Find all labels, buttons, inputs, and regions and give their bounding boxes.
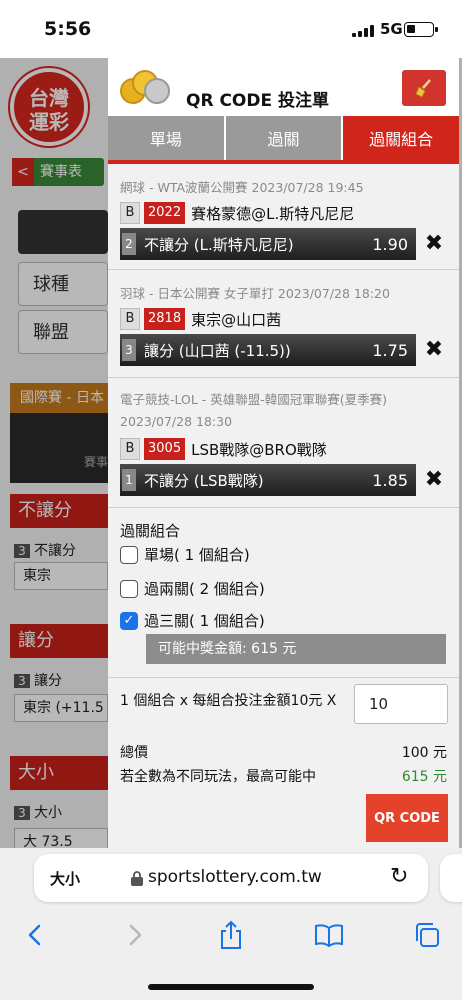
bet-match: 賽格蒙德@L.斯特凡尼尼: [191, 204, 355, 223]
stake-input[interactable]: 10: [354, 684, 448, 724]
bet-pick: 不讓分 (L.斯特凡尼尼): [144, 235, 294, 254]
url-text: sportslottery.com.tw: [148, 867, 322, 887]
browser-toolbar: [0, 910, 462, 1000]
bet-type-tag: B: [120, 308, 140, 330]
possible-prize: 可能中獎金額: 615 元: [146, 634, 446, 664]
bet-code: 2818: [144, 308, 186, 330]
bet-odds: 1.90: [372, 234, 408, 254]
bet-match-row: B 2022 賽格蒙德@L.斯特凡尼尼: [120, 202, 354, 224]
home-indicator: [148, 984, 314, 990]
browser-url-area: 大小 sportslottery.com.tw ↻: [0, 848, 462, 910]
total-value: 100 元: [401, 745, 447, 761]
network-label: 5G: [380, 20, 403, 38]
broom-icon: [415, 79, 431, 98]
bet-type-tag: B: [120, 202, 140, 224]
share-icon: [221, 920, 241, 949]
panel-title: QR CODE 投注單: [186, 91, 330, 111]
bet-pick-number: 2: [122, 233, 136, 255]
close-icon: ✖: [424, 337, 444, 362]
bet-type-tag: B: [120, 438, 140, 460]
book-icon: [315, 924, 343, 948]
combo-title: 過關組合: [120, 522, 181, 540]
combo-section: 過關組合 單場( 1 個組合) 過兩關( 2 個組合) ✓ 過三關( 1 個組合…: [108, 508, 459, 678]
clock: 5:56: [44, 18, 92, 40]
bet-odds: 1.85: [372, 470, 408, 490]
next-tab-preview[interactable]: [440, 854, 462, 902]
stake-row: 1 個組合 x 每組合投注金額10元 X 10: [108, 678, 459, 738]
checkbox[interactable]: [120, 545, 138, 564]
bet-match-row: B 2818 東宗@山口茜: [120, 308, 281, 330]
chevron-left-icon: [28, 924, 41, 946]
bet-match-row: B 3005 LSB戰隊@BRO戰隊: [120, 438, 327, 460]
chevron-right-icon: [129, 924, 142, 946]
close-icon: ✖: [424, 467, 444, 492]
checkbox-checked[interactable]: ✓: [120, 611, 138, 630]
text-size-button[interactable]: 大小: [50, 868, 80, 889]
close-icon: ✖: [424, 231, 444, 256]
bet-league: 羽球 - 日本公開賽 女子單打 2023/07/28 18:20: [120, 286, 390, 301]
tab-parlay-combo[interactable]: 過關組合: [343, 116, 459, 160]
bet-league: 網球 - WTA波蘭公開賽 2023/07/28 19:45: [120, 180, 364, 195]
total-label: 總價: [120, 745, 148, 761]
bet-match: LSB戰隊@BRO戰隊: [191, 440, 327, 459]
tab-parlay[interactable]: 過關: [225, 116, 342, 160]
remove-bet-button[interactable]: ✖: [422, 338, 446, 362]
tabs-button[interactable]: [410, 918, 444, 952]
combo-option-three[interactable]: ✓ 過三關( 1 個組合): [120, 610, 265, 631]
bet-league: 電子競技-LOL - 英雄聯盟-韓國冠軍聯賽(夏季賽): [120, 392, 388, 407]
bet-pick: 讓分 (山口茜 (-11.5)): [144, 341, 291, 360]
tab-single[interactable]: 單場: [108, 116, 224, 160]
forward-button[interactable]: [118, 918, 152, 952]
bet-odds-bar: 3 讓分 (山口茜 (-11.5)) 1.75: [120, 334, 416, 366]
reload-icon[interactable]: ↻: [390, 864, 408, 889]
bet-league-date: 2023/07/28 18:30: [120, 414, 233, 429]
bet-odds-bar: 1 不讓分 (LSB戰隊) 1.85: [120, 464, 416, 496]
tabs-icon: [416, 923, 439, 947]
bet-item: 電子競技-LOL - 英雄聯盟-韓國冠軍聯賽(夏季賽) 2023/07/28 1…: [108, 378, 459, 508]
remove-bet-button[interactable]: ✖: [422, 232, 446, 256]
max-win-label: 若全數為不同玩法，最高可能中: [120, 769, 316, 785]
panel-header: QR CODE 投注單: [108, 58, 459, 116]
checkbox[interactable]: [120, 579, 138, 598]
clear-all-button[interactable]: [402, 70, 446, 106]
address-bar[interactable]: 大小 sportslottery.com.tw ↻: [34, 854, 428, 902]
bet-code: 3005: [144, 438, 186, 460]
back-button[interactable]: [18, 918, 52, 952]
bet-odds: 1.75: [372, 340, 408, 360]
bet-slip-panel: QR CODE 投注單 單場 過關 過關組合 網球 - WTA波蘭公開賽 202…: [108, 58, 459, 848]
status-bar: 5:56 5G: [0, 0, 462, 58]
bet-pick: 不讓分 (LSB戰隊): [144, 471, 264, 490]
combo-option-single[interactable]: 單場( 1 個組合): [120, 544, 250, 565]
tabs: 單場 過關 過關組合: [108, 116, 459, 160]
qr-code-button[interactable]: QR CODE: [366, 794, 448, 842]
battery-icon: [404, 22, 438, 37]
bet-item: 羽球 - 日本公開賽 女子單打 2023/07/28 18:20 B 2818 …: [108, 270, 459, 378]
bet-odds-bar: 2 不讓分 (L.斯特凡尼尼) 1.90: [120, 228, 416, 260]
bet-item: 網球 - WTA波蘭公開賽 2023/07/28 19:45 B 2022 賽格…: [108, 164, 459, 270]
remove-bet-button[interactable]: ✖: [422, 468, 446, 492]
combo-option-two[interactable]: 過兩關( 2 個組合): [120, 578, 265, 599]
share-button[interactable]: [214, 918, 248, 952]
bet-pick-number: 1: [122, 469, 136, 491]
bookmarks-button[interactable]: [312, 918, 346, 952]
lock-icon: [131, 871, 143, 886]
bet-pick-number: 3: [122, 339, 136, 361]
stake-label: 1 個組合 x 每組合投注金額10元 X: [120, 693, 337, 709]
signal-icon: [352, 25, 376, 37]
bet-match: 東宗@山口茜: [191, 310, 282, 329]
coins-icon: [120, 70, 170, 104]
bet-code: 2022: [144, 202, 186, 224]
max-win-value: 615 元: [401, 769, 447, 785]
